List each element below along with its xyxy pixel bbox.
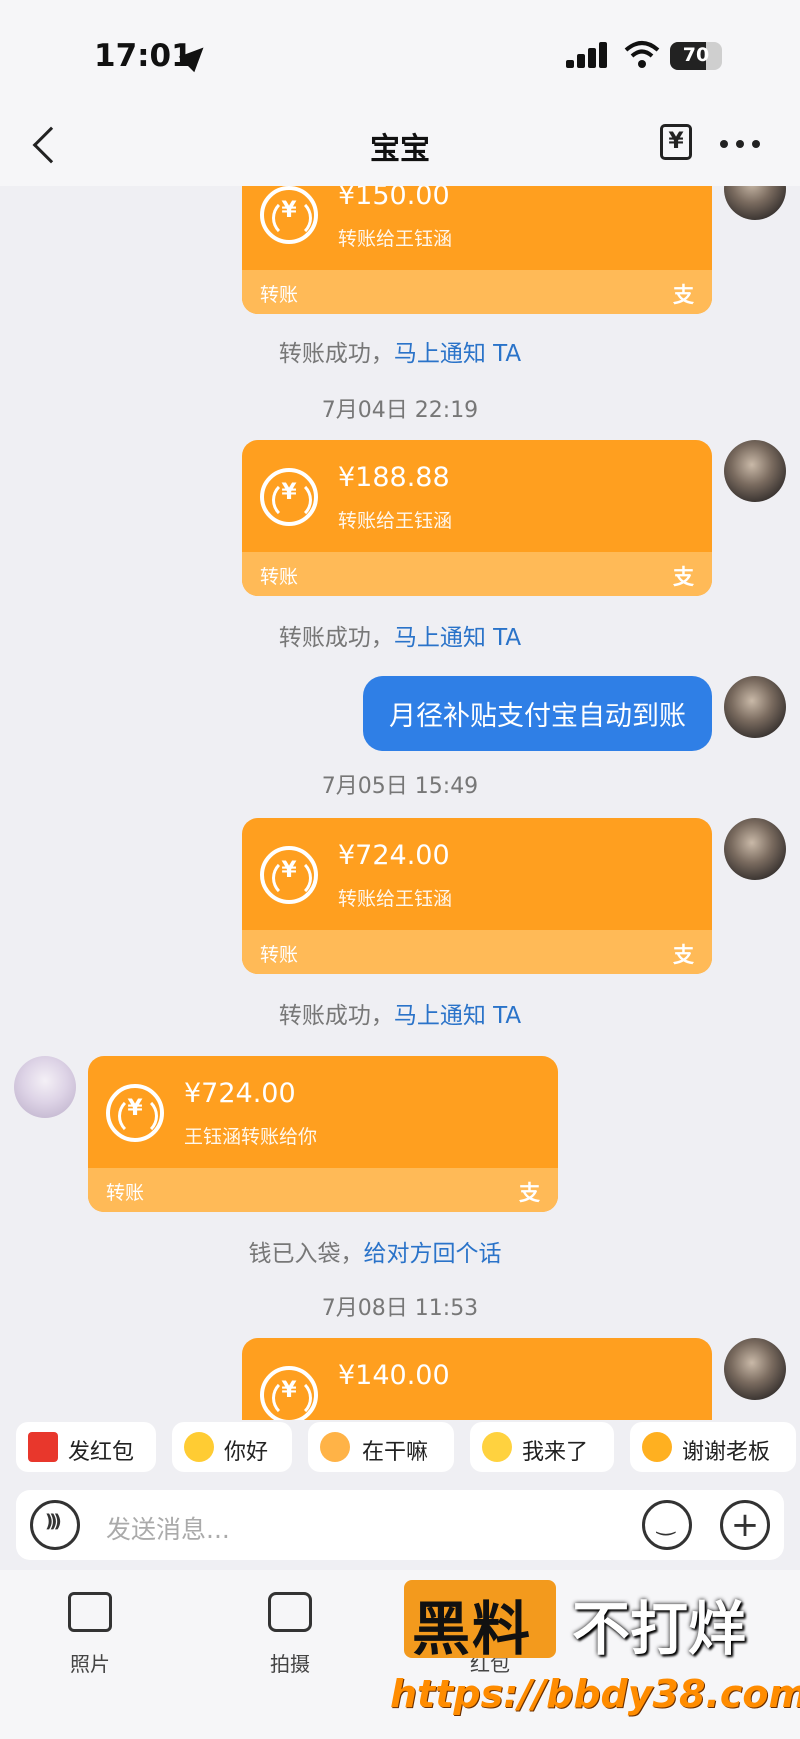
notify-link[interactable]: 马上通知 TA [394, 341, 521, 367]
transfer-description: 转账给王钰涵 [338, 888, 453, 910]
battery-percent: 70 [682, 44, 710, 66]
photo-button[interactable]: 照片 [30, 1580, 150, 1690]
wifi-icon [624, 41, 660, 68]
quick-reply-thanks[interactable]: 谢谢老板 [630, 1422, 796, 1472]
timestamp: 7月08日 11:53 [321, 1296, 479, 1321]
battery-icon: 70 [670, 42, 722, 70]
quick-reply-coming[interactable]: 我来了 [470, 1422, 614, 1472]
watermark-url: https://bbdy38.com [390, 1672, 800, 1716]
text-message-bubble[interactable]: 月径补贴支付宝自动到账 [363, 676, 712, 751]
quick-reply-bar: 发红包 你好 在干嘛 我来了 谢谢老板 [0, 1420, 800, 1480]
alipay-icon: 支 [519, 1181, 540, 1205]
transfer-coin-icon [260, 468, 318, 526]
camera-icon [268, 1592, 312, 1632]
transfer-coin-icon [106, 1084, 164, 1142]
watermark-box: 黑料 [404, 1580, 556, 1663]
emoji-icon[interactable] [642, 1500, 692, 1550]
avatar[interactable] [724, 818, 786, 880]
transfer-amount: ¥140.00 [338, 1360, 450, 1391]
quick-reply-whatsup[interactable]: 在干嘛 [308, 1422, 454, 1472]
watermark: 黑料 不打烊 https://bbdy38.com [390, 1580, 800, 1730]
smile-emoji-icon [184, 1432, 214, 1462]
alipay-icon: 支 [673, 943, 694, 967]
alipay-icon: 支 [673, 565, 694, 589]
transfer-label: 转账 [260, 944, 299, 966]
transfer-description: 转账给王钰涵 [338, 510, 453, 532]
transfer-label: 转账 [260, 284, 299, 306]
red-packet-icon [28, 1432, 58, 1462]
quick-reply-redpacket[interactable]: 发红包 [16, 1422, 156, 1472]
avatar[interactable] [724, 186, 786, 220]
cute-emoji-icon [320, 1432, 350, 1462]
more-icon[interactable] [720, 140, 760, 148]
transfer-amount: ¥150.00 [338, 186, 450, 211]
avatar[interactable] [724, 1338, 786, 1400]
message-input-bar: 发送消息... [16, 1490, 784, 1560]
transfer-description: 王钰涵转账给你 [184, 1126, 318, 1148]
transfer-label: 转账 [106, 1182, 145, 1204]
message-list[interactable]: ¥150.00 转账给王钰涵 转账 支 转账成功，马上通知 TA 7月04日 2… [0, 186, 800, 1420]
sunglasses-emoji-icon [482, 1432, 512, 1462]
transfer-label: 转账 [260, 566, 299, 588]
transfer-card[interactable]: ¥150.00 转账给王钰涵 转账 支 [242, 186, 712, 314]
transfer-amount: ¥188.88 [338, 462, 450, 493]
transfer-status-note: 转账成功，马上通知 TA [278, 625, 522, 651]
transfer-card[interactable]: ¥724.00 转账给王钰涵 转账 支 [242, 818, 712, 974]
transfer-card-incoming[interactable]: ¥724.00 王钰涵转账给你 转账 支 [88, 1056, 558, 1212]
thanks-emoji-icon [642, 1432, 672, 1462]
avatar[interactable] [724, 440, 786, 502]
transfer-status-note: 转账成功，马上通知 TA [278, 341, 522, 367]
cellular-signal-icon [566, 42, 610, 68]
transfer-status-note: 转账成功，马上通知 TA [278, 1003, 522, 1029]
camera-button[interactable]: 拍摄 [230, 1580, 350, 1690]
alipay-icon: 支 [673, 283, 694, 307]
transfer-card[interactable]: ¥188.88 转账给王钰涵 转账 支 [242, 440, 712, 596]
chat-header: 宝宝 ¥ [0, 110, 800, 186]
quick-reply-hello[interactable]: 你好 [172, 1422, 292, 1472]
timestamp: 7月05日 15:49 [321, 774, 479, 799]
transfer-description: 转账给王钰涵 [338, 228, 453, 250]
transfer-coin-icon [260, 846, 318, 904]
message-input[interactable]: 发送消息... [106, 1510, 230, 1546]
notify-link[interactable]: 马上通知 TA [394, 1003, 521, 1029]
transfer-coin-icon [260, 1366, 318, 1420]
reply-link[interactable]: 给对方回个话 [364, 1241, 502, 1267]
image-icon [68, 1592, 112, 1632]
timestamp: 7月04日 22:19 [321, 398, 479, 423]
contact-avatar[interactable] [14, 1056, 76, 1118]
transfer-coin-icon [260, 186, 318, 244]
bill-icon[interactable]: ¥ [660, 124, 692, 160]
notify-link[interactable]: 马上通知 TA [394, 625, 521, 651]
status-bar: 17:01 70 [0, 0, 800, 110]
voice-icon[interactable] [30, 1500, 80, 1550]
plus-icon[interactable] [720, 1500, 770, 1550]
watermark-text: 不打烊 [572, 1595, 747, 1663]
received-status-note: 钱已入袋，给对方回个话 [248, 1241, 502, 1267]
transfer-card[interactable]: ¥140.00 [242, 1338, 712, 1420]
transfer-amount: ¥724.00 [184, 1078, 296, 1109]
transfer-amount: ¥724.00 [338, 840, 450, 871]
avatar[interactable] [724, 676, 786, 738]
